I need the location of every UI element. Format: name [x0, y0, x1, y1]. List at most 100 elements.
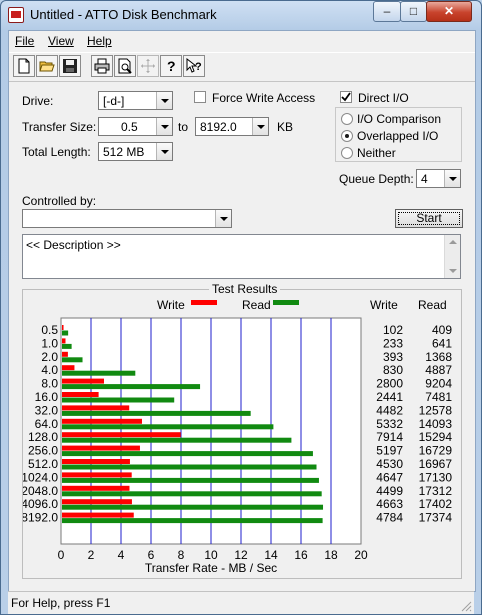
- description-textarea[interactable]: << Description >>: [22, 234, 461, 279]
- write-value: 4784: [376, 511, 403, 525]
- x-tick-label: 4: [118, 548, 125, 562]
- write-bar: [62, 485, 130, 491]
- scroll-down-icon: [449, 269, 457, 273]
- read-legend-label: Read: [242, 298, 271, 312]
- x-tick-label: 6: [148, 548, 155, 562]
- write-bar: [62, 499, 132, 505]
- transfer-size-label: 16.0: [35, 390, 59, 404]
- chevron-down-icon: [444, 170, 460, 187]
- chevron-down-icon: [156, 118, 172, 135]
- write-value: 102: [383, 323, 403, 337]
- transfer-size-label: 1024.0: [23, 470, 58, 484]
- to-label: to: [178, 120, 189, 134]
- transfer-size-label: 512.0: [28, 457, 58, 471]
- transfer-size-from-select[interactable]: 0.5: [98, 117, 173, 136]
- queue-depth-label: Queue Depth:: [339, 172, 414, 186]
- new-button[interactable]: [13, 55, 35, 77]
- move-button[interactable]: [137, 55, 159, 77]
- read-value: 641: [432, 336, 452, 350]
- checkmark-icon: [341, 92, 351, 102]
- transfer-size-label: 256.0: [28, 444, 58, 458]
- menu-file[interactable]: File: [15, 34, 34, 48]
- write-column-header: Write: [370, 298, 398, 312]
- io-comparison-label: I/O Comparison: [357, 112, 442, 126]
- read-bar: [62, 437, 292, 443]
- help-button[interactable]: ?: [160, 55, 182, 77]
- overlapped-io-label: Overlapped I/O: [357, 129, 439, 143]
- menu-help[interactable]: Help: [87, 34, 112, 48]
- read-value: 14093: [419, 417, 453, 431]
- x-tick-label: 2: [88, 548, 95, 562]
- transfer-size-to-select[interactable]: 8192.0: [195, 117, 269, 136]
- transfer-size-label: 2048.0: [23, 484, 58, 498]
- queue-depth-select[interactable]: 4: [416, 169, 461, 188]
- open-icon: [39, 61, 55, 72]
- direct-io-checkbox[interactable]: [340, 91, 352, 103]
- transfer-size-label: 128.0: [28, 430, 58, 444]
- open-button[interactable]: [36, 55, 58, 77]
- read-value: 7481: [425, 390, 452, 404]
- menu-view[interactable]: View: [48, 34, 74, 48]
- write-value: 393: [383, 350, 403, 364]
- read-bar: [62, 357, 83, 363]
- help-icon: ?: [167, 58, 176, 74]
- neither-radio[interactable]: [341, 147, 353, 159]
- x-tick-label: 14: [264, 548, 278, 562]
- description-scrollbar[interactable]: [444, 235, 460, 278]
- x-axis-label: Transfer Rate - MB / Sec: [145, 561, 277, 575]
- transfer-size-label: 1.0: [41, 336, 58, 350]
- save-icon: [63, 59, 77, 73]
- read-bar: [62, 410, 251, 416]
- read-value: 17402: [419, 497, 453, 511]
- chevron-down-icon: [156, 143, 172, 160]
- write-bar: [62, 432, 181, 438]
- x-tick-label: 18: [324, 548, 338, 562]
- read-bar: [62, 370, 136, 376]
- x-tick-label: 12: [234, 548, 248, 562]
- read-bar: [62, 504, 324, 510]
- start-button[interactable]: Start: [395, 209, 463, 228]
- transfer-size-label: 8.0: [41, 377, 58, 391]
- chevron-down-icon: [156, 92, 172, 109]
- total-length-label: Total Length:: [22, 145, 91, 159]
- close-button[interactable]: ✕: [426, 1, 472, 22]
- read-bar: [62, 397, 175, 403]
- context-help-button[interactable]: ?: [183, 55, 205, 77]
- print-icon: [94, 58, 110, 74]
- write-value: 4663: [376, 497, 403, 511]
- transfer-size-label: 4096.0: [23, 497, 58, 511]
- chevron-down-icon: [215, 210, 231, 227]
- print-button[interactable]: [91, 55, 113, 77]
- write-value: 7914: [376, 430, 403, 444]
- svg-text:?: ?: [195, 61, 202, 73]
- maximize-button[interactable]: □: [400, 1, 427, 22]
- print-preview-button[interactable]: [114, 55, 136, 77]
- overlapped-io-radio[interactable]: [341, 130, 353, 142]
- menu-bar: File View Help: [9, 31, 475, 51]
- title-bar[interactable]: Untitled - ATTO Disk Benchmark – □ ✕: [0, 0, 482, 30]
- drive-select[interactable]: [-d-]: [98, 91, 173, 110]
- toolbar: ? ?: [9, 52, 475, 82]
- read-value: 16729: [419, 444, 453, 458]
- save-button[interactable]: [59, 55, 81, 77]
- write-value: 830: [383, 363, 403, 377]
- force-write-checkbox[interactable]: [194, 91, 206, 103]
- controlled-by-select[interactable]: [22, 209, 232, 228]
- svg-text:?: ?: [167, 58, 176, 74]
- total-length-select[interactable]: 512 MB: [98, 142, 173, 161]
- app-icon: [8, 7, 24, 23]
- write-bar: [62, 365, 75, 371]
- client-area: File View Help ? ? Drive: [-d-] Force Wr…: [8, 30, 476, 592]
- write-value: 4530: [376, 457, 403, 471]
- new-icon: [18, 58, 30, 74]
- resize-grip-icon[interactable]: [460, 600, 472, 612]
- read-value: 15294: [419, 430, 453, 444]
- io-comparison-radio[interactable]: [341, 113, 353, 125]
- status-bar: For Help, press F1: [8, 591, 474, 614]
- read-bar: [62, 343, 72, 349]
- direct-io-label: Direct I/O: [358, 91, 409, 105]
- minimize-button[interactable]: –: [373, 1, 401, 22]
- write-bar: [62, 405, 130, 411]
- read-bar: [62, 518, 323, 524]
- test-results-group: Test Results Write Read Write Read 02468…: [22, 282, 462, 579]
